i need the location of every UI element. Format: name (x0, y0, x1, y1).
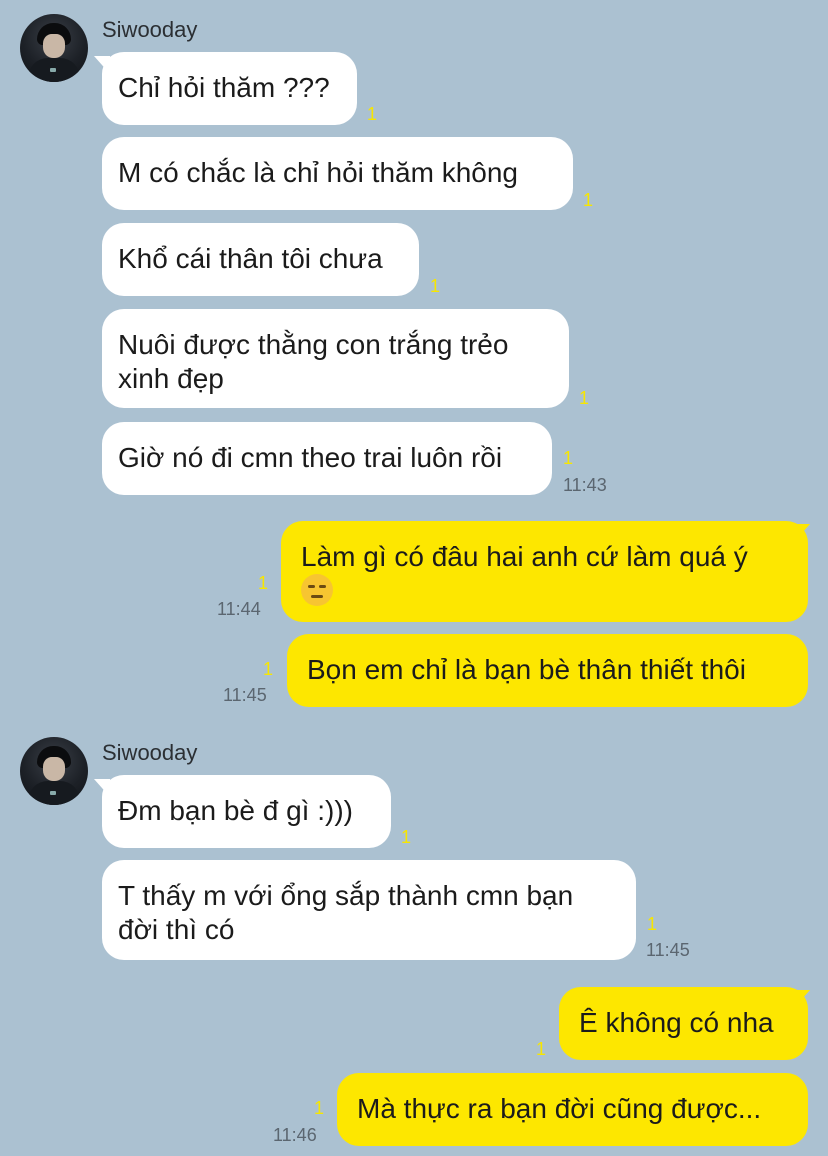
read-count: 1 (367, 104, 378, 124)
read-count: 1 (563, 448, 574, 468)
message-bubble[interactable]: Nuôi được thằng con trắng trẻo xinh đẹp (102, 309, 569, 408)
read-count: 1 (430, 276, 441, 296)
read-count: 1 (583, 190, 594, 210)
message-bubble[interactable]: Chỉ hỏi thăm ??? (102, 52, 357, 125)
sender-avatar[interactable] (20, 14, 88, 82)
sender-name: Siwooday (102, 740, 198, 765)
read-count: 1 (263, 659, 274, 679)
read-count: 1 (314, 1098, 325, 1118)
message-bubble[interactable]: Đm bạn bè đ gì :))) (102, 775, 391, 848)
message-bubble[interactable]: Bọn em chỉ là bạn bè thân thiết thôi (287, 634, 808, 707)
message-bubble[interactable]: Làm gì có đâu hai anh cứ làm quá ý (281, 521, 808, 622)
message-text: Làm gì có đâu hai anh cứ làm quá ý (301, 541, 748, 572)
read-count: 1 (258, 573, 269, 593)
message-bubble[interactable]: Mà thực ra bạn đời cũng được... (337, 1073, 808, 1146)
message-bubble[interactable]: Ê không có nha (559, 987, 808, 1060)
message-bubble[interactable]: Khổ cái thân tôi chưa (102, 223, 419, 296)
message-timestamp: 11:45 (223, 685, 267, 705)
message-timestamp: 11:44 (217, 599, 261, 619)
message-timestamp: 11:46 (273, 1125, 317, 1145)
sender-avatar[interactable] (20, 737, 88, 805)
message-bubble[interactable]: T thấy m với ổng sắp thành cmn bạn đời t… (102, 860, 636, 960)
message-bubble[interactable]: Giờ nó đi cmn theo trai luôn rồi (102, 422, 552, 495)
sender-name: Siwooday (102, 17, 198, 42)
read-count: 1 (536, 1039, 547, 1059)
chat-view[interactable]: Siwooday Chỉ hỏi thăm ??? 1 M có chắc là… (0, 0, 828, 1156)
read-count: 1 (401, 827, 412, 847)
read-count: 1 (579, 388, 590, 408)
read-count: 1 (647, 914, 658, 934)
message-timestamp: 11:43 (563, 475, 607, 495)
message-timestamp: 11:45 (646, 940, 690, 960)
expressionless-face-emoji (301, 574, 333, 606)
message-bubble[interactable]: M có chắc là chỉ hỏi thăm không (102, 137, 573, 210)
